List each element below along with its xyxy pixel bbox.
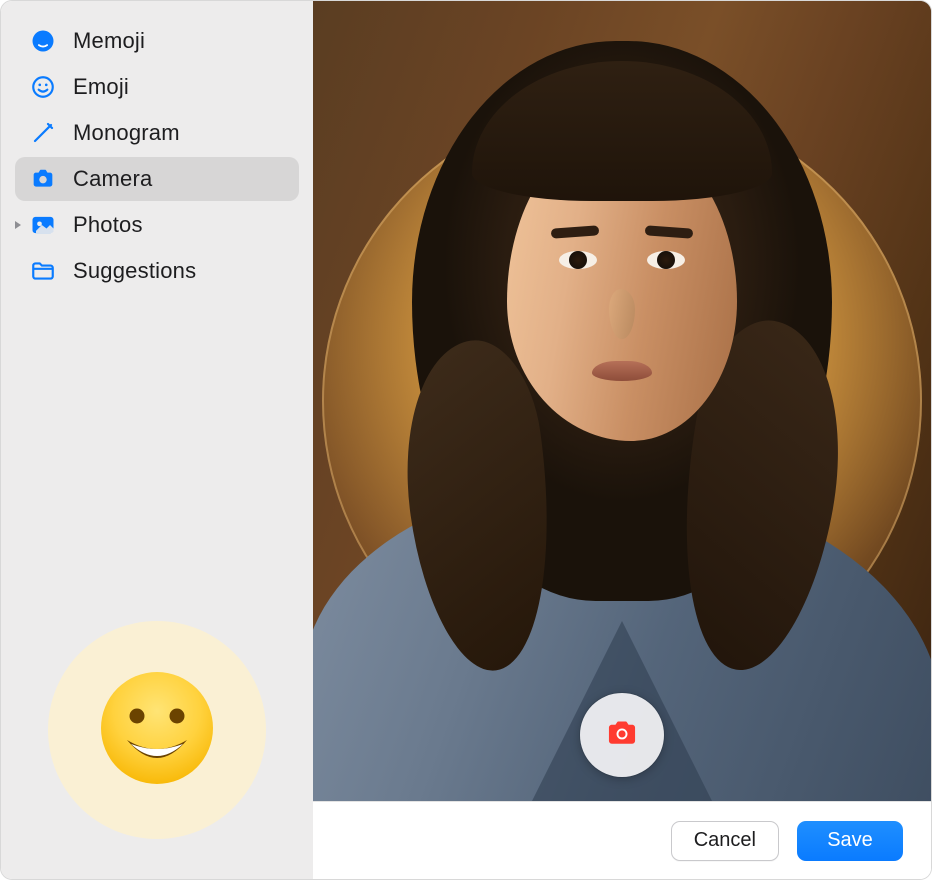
photos-icon bbox=[29, 211, 57, 239]
sidebar-item-label: Photos bbox=[73, 212, 143, 238]
portrait-subject bbox=[362, 1, 882, 801]
sidebar-item-camera[interactable]: Camera bbox=[15, 157, 299, 201]
contacts-photo-picker: Memoji Emoji bbox=[0, 0, 932, 880]
sidebar: Memoji Emoji bbox=[1, 1, 313, 879]
pencil-icon bbox=[29, 119, 57, 147]
current-avatar-preview bbox=[48, 621, 266, 839]
sidebar-item-label: Monogram bbox=[73, 120, 180, 146]
sidebar-item-label: Emoji bbox=[73, 74, 129, 100]
cancel-button[interactable]: Cancel bbox=[671, 821, 779, 861]
sidebar-list: Memoji Emoji bbox=[15, 19, 299, 293]
sidebar-item-suggestions[interactable]: Suggestions bbox=[15, 249, 299, 293]
grinning-face-icon bbox=[97, 668, 217, 793]
camera-icon bbox=[29, 165, 57, 193]
save-button[interactable]: Save bbox=[797, 821, 903, 861]
sidebar-item-photos[interactable]: Photos bbox=[15, 203, 299, 247]
take-photo-button[interactable] bbox=[580, 693, 664, 777]
sidebar-item-memoji[interactable]: Memoji bbox=[15, 19, 299, 63]
main-panel: Cancel Save bbox=[313, 1, 931, 879]
camera-shutter-icon bbox=[603, 714, 641, 757]
sidebar-item-monogram[interactable]: Monogram bbox=[15, 111, 299, 155]
sidebar-item-emoji[interactable]: Emoji bbox=[15, 65, 299, 109]
sidebar-item-label: Memoji bbox=[73, 28, 145, 54]
emoji-smile-icon bbox=[29, 73, 57, 101]
chevron-right-icon[interactable] bbox=[11, 218, 25, 232]
sidebar-item-label: Camera bbox=[73, 166, 152, 192]
folder-icon bbox=[29, 257, 57, 285]
footer-bar: Cancel Save bbox=[313, 801, 931, 879]
sidebar-item-label: Suggestions bbox=[73, 258, 196, 284]
memoji-face-icon bbox=[29, 27, 57, 55]
camera-preview bbox=[313, 1, 931, 801]
